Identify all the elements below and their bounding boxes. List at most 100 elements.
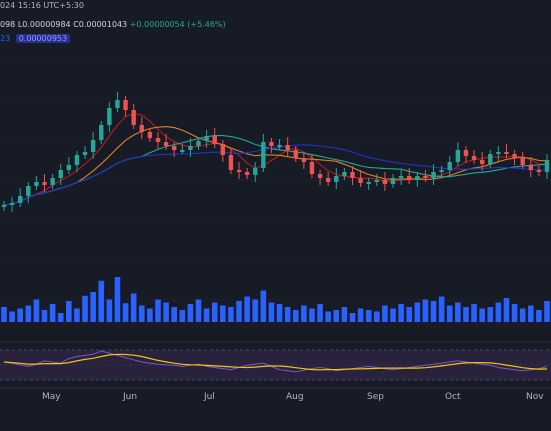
candle-body [196,141,201,146]
volume-bar [341,307,348,322]
month-label-jul: Jul [204,392,215,402]
volume-bar [228,307,234,322]
volume-bar [422,299,429,322]
volume-bar [114,277,121,322]
ma-line-mid [3,126,548,206]
volume-bar [90,292,96,322]
month-label-may: May [42,392,61,402]
candle-body [244,172,250,175]
volume-bar [17,308,24,322]
candle-body [171,146,177,150]
candle-body [90,140,96,152]
volume-bar [325,311,331,322]
ma-legend: 23 0.00000953 [0,34,71,43]
candle-body [301,158,307,162]
candle-body [220,144,226,155]
candle-body [325,178,331,182]
volume-bar [98,280,105,322]
volume-bar [536,310,542,322]
volume-bar [268,302,275,322]
volume-bar [106,299,113,322]
chart-title-datetime: 024 15:16 UTC+5:30 [0,1,84,10]
volume-bar [463,307,469,322]
candle-body [236,170,242,172]
candle-body [139,125,144,132]
candle-body [439,170,444,172]
candle-body [123,100,128,110]
volume-bar [284,307,291,322]
volume-bar [33,299,40,322]
candle-body [463,150,469,156]
volume-bar [503,298,510,322]
candle-body [115,100,120,108]
volume-bar [195,299,202,322]
candle-body [26,186,31,196]
volume-bar [301,305,307,322]
candle-body [455,150,461,162]
volume-bar [446,305,453,322]
volume-bar [1,307,7,322]
candle-body [407,176,412,180]
candle-body [18,196,23,203]
candle-body [147,132,153,138]
volume-bar [317,304,323,322]
volume-bar [155,299,161,322]
candle-body [66,165,72,170]
volume-bar [374,311,380,322]
volume-bar [519,308,526,322]
volume-bar [333,310,340,322]
candle-body [99,125,104,140]
volume-bar [357,308,364,322]
month-label-nov: Nov [526,392,544,402]
candle-body [188,146,193,150]
candle-body [34,182,39,186]
candle-body [50,178,55,185]
volume-bar [479,308,485,322]
candle-body [293,150,298,158]
candle-body [317,174,323,178]
volume-bar [309,308,315,322]
chart-canvas[interactable]: 024 15:16 UTC+5:30 098 L0.00000984 C0.00… [0,0,551,431]
volume-bar [74,308,80,322]
candle-body [1,205,7,207]
candle-body [488,154,493,164]
volume-bar [49,304,56,322]
candle-body [131,110,136,125]
ma-legend-last: 23 [0,34,11,43]
month-label-oct: Oct [445,392,461,402]
candle-body [536,170,542,172]
candle-body [496,152,501,154]
candle-body [350,172,355,178]
volume-bar [66,301,72,322]
candle-body [334,176,339,182]
ma-legend-value: 0.00000953 [15,34,71,43]
candle-body [471,156,477,160]
volume-bar [244,296,250,322]
candle-body [342,172,347,176]
candle-body [309,162,315,174]
volume-bar [349,313,356,322]
volume-bar [398,304,404,322]
price-chart-svg[interactable] [0,0,551,431]
volume-bar [57,313,64,322]
candle-body [277,145,282,147]
candle-body [42,182,47,185]
volume-bar [203,308,210,322]
month-label-aug: Aug [286,392,304,402]
volume-bar [471,304,477,322]
candle-body [390,178,396,184]
volume-bar [187,304,194,322]
candle-body [58,170,63,178]
volume-bar [292,310,299,322]
volume-bar [122,303,129,322]
volume-bar [365,310,372,322]
candle-body [269,142,274,146]
ohlc-change: +0.00000054 (+5.46%) [129,20,226,29]
volume-bar [511,304,518,322]
volume-bar [236,301,242,322]
candle-body [447,162,452,170]
volume-bar [130,293,137,322]
candle-body [431,172,436,178]
volume-bar [179,310,186,322]
volume-bar [82,295,88,322]
